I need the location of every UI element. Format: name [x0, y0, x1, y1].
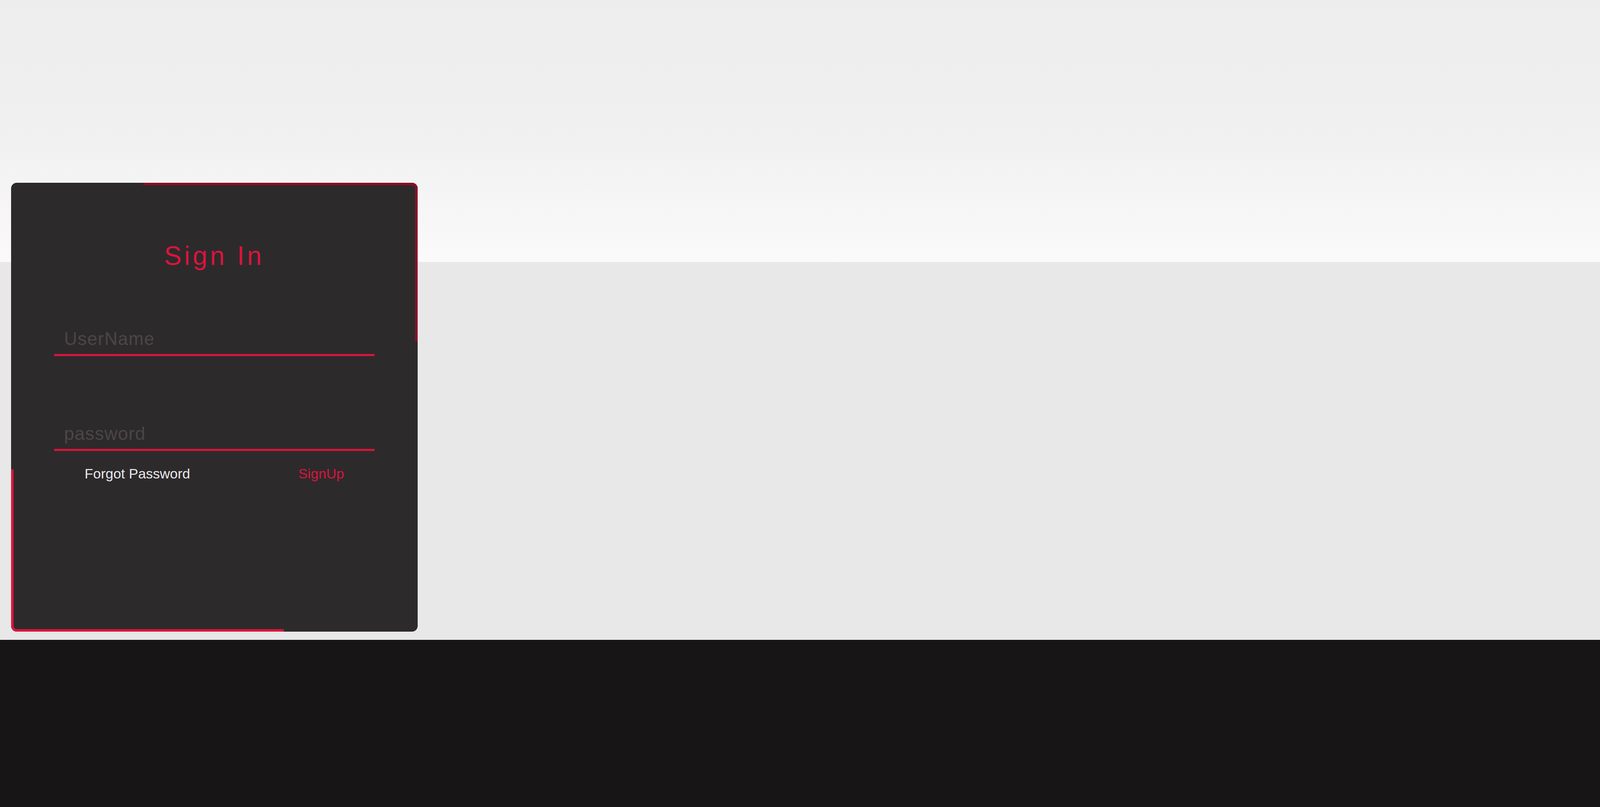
signin-form: [54, 317, 375, 451]
signin-input[interactable]: [54, 317, 375, 357]
card-accent-bottom-left: [11, 469, 284, 632]
page: Sign In Forgot Password SignUp: [0, 0, 1600, 807]
footer: [0, 639, 1600, 807]
signin-title: Sign In: [54, 240, 375, 272]
forgot-password-link[interactable]: Forgot Password: [84, 463, 191, 485]
signin-card: Sign In Forgot Password SignUp: [11, 182, 418, 632]
signin-links: Forgot Password SignUp: [54, 463, 375, 485]
signup-link[interactable]: SignUp: [298, 463, 345, 485]
signin-input[interactable]: [54, 411, 375, 451]
